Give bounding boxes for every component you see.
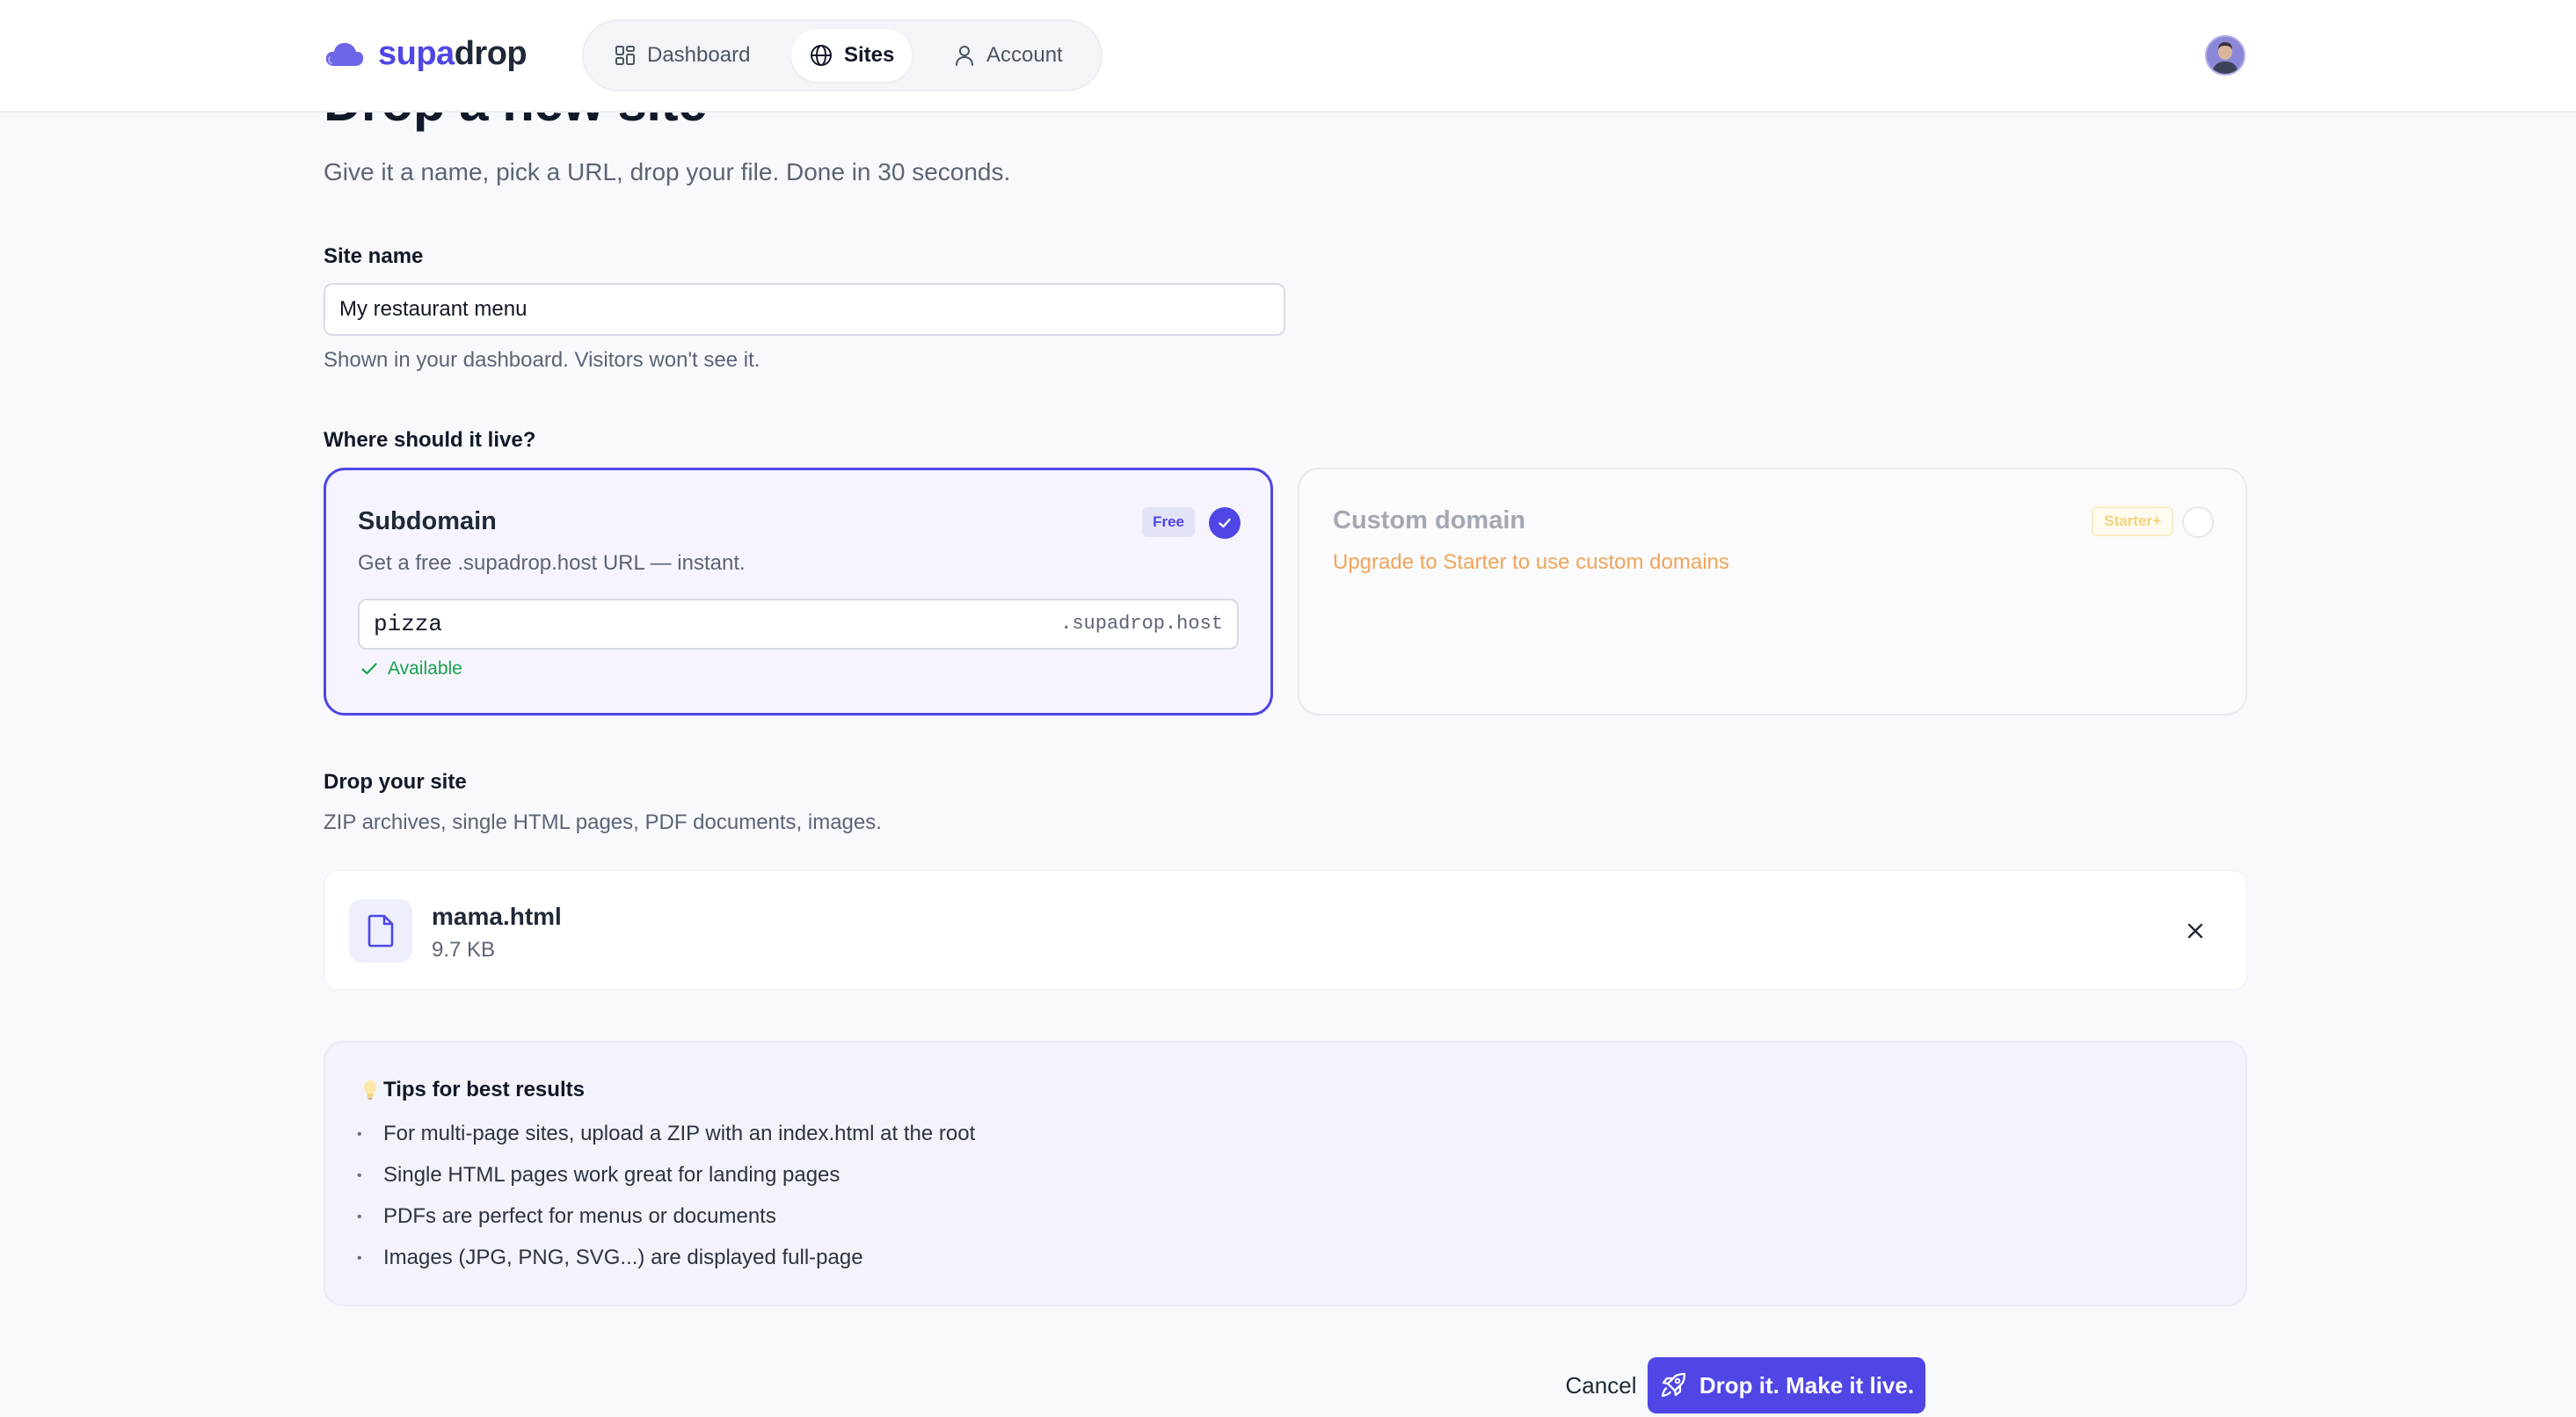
subdomain-suffix: .supadrop.host [1060,613,1223,635]
subdomain-option-card[interactable]: Subdomain Free Get a free .supadrop.host… [324,468,1273,716]
availability-text: Available [388,658,462,679]
file-icon [349,899,412,963]
subdomain-radio[interactable] [1209,507,1241,539]
file-name: mama.html [432,903,562,930]
app-logo[interactable]: supadrop [324,35,528,73]
site-name-label: Site name [324,244,424,268]
globe-icon [811,45,832,66]
tips-heading: Tips for best results [360,1078,585,1102]
custom-domain-radio[interactable] [2182,506,2214,538]
site-name-hint: Shown in your dashboard. Visitors won't … [324,348,760,372]
custom-domain-option-title: Custom domain [1333,506,1526,534]
subdomain-input[interactable] [360,600,1063,648]
user-icon [956,46,973,66]
subdomain-field: .supadrop.host [358,599,1239,650]
remove-file-button[interactable] [2176,912,2215,950]
site-name-input[interactable] [324,283,1285,336]
logo-text: supadrop [378,35,528,72]
nav-item-sites[interactable]: Sites [791,29,913,82]
availability-status: Available [360,658,462,679]
upload-hint: ZIP archives, single HTML pages, PDF doc… [324,810,882,834]
subdomain-option-description: Get a free .supadrop.host URL — instant. [358,551,746,575]
file-size: 9.7 KB [432,938,496,962]
tip-item: • Single HTML pages work great for landin… [357,1163,840,1187]
user-avatar[interactable] [2205,35,2245,76]
upgrade-notice: Upgrade to Starter to use custom domains [1333,550,1729,574]
cloud-icon [325,42,364,66]
upload-label: Drop your site [324,770,467,794]
tips-panel: Tips for best results • For multi-page si… [324,1041,2247,1306]
custom-domain-option-card[interactable]: Custom domain Starter+ Upgrade to Starte… [1298,468,2247,716]
nav-item-account[interactable]: Account [935,29,1081,82]
tip-item: • For multi-page sites, upload a ZIP with… [357,1122,976,1145]
location-label: Where should it live? [324,428,536,452]
page-subtitle: Give it a name, pick a URL, drop your fi… [324,158,1011,185]
nav-label: Account [986,43,1063,67]
uploaded-file-row: mama.html 9.7 KB [324,870,2247,990]
subdomain-option-title: Subdomain [358,507,497,535]
tip-item: • PDFs are perfect for menus or documents [357,1204,776,1228]
avatar-image [2207,37,2244,74]
top-navigation-bar: supadrop Dashboard Sites Account [0,0,2576,113]
main-nav: Dashboard Sites Account [582,19,1102,91]
tip-item: • Images (JPG, PNG, SVG...) are displayed… [357,1246,863,1269]
free-badge: Free [1142,507,1195,537]
starter-plan-badge: Starter+ [2092,506,2173,536]
nav-item-dashboard[interactable]: Dashboard [596,29,768,82]
drop-site-button[interactable]: Drop it. Make it live. [1648,1357,1925,1413]
rocket-icon [1661,1372,1686,1398]
grid-icon [615,46,635,65]
lightbulb-icon [364,1080,376,1100]
check-icon [1219,518,1231,528]
cancel-button[interactable]: Cancel [1544,1359,1658,1412]
drop-site-label: Drop it. Make it live. [1699,1371,1915,1399]
check-icon [361,663,377,675]
close-icon [2187,923,2203,939]
tips-title: Tips for best results [383,1078,585,1101]
nav-label: Dashboard [647,43,751,67]
nav-label: Sites [844,43,895,67]
tips-list: • For multi-page sites, upload a ZIP with… [357,1122,975,1287]
